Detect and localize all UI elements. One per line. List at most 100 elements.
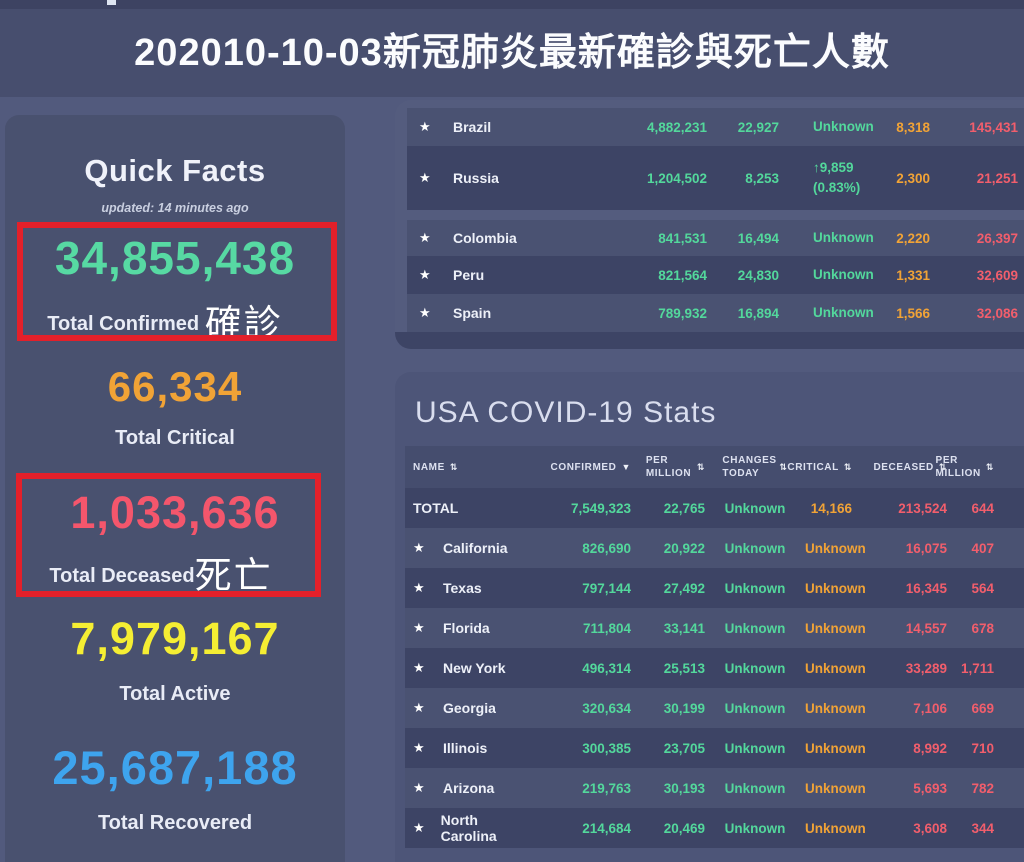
deceased-value: 8,992 <box>852 741 947 756</box>
confirmed-value: 7,549,323 <box>515 501 631 516</box>
usa-stats-title: USA COVID-19 Stats <box>405 396 1024 430</box>
sort-icon: ⇅ <box>986 462 994 473</box>
per-million-2-value: 644 <box>947 501 994 516</box>
star-icon[interactable]: ★ <box>413 780 427 796</box>
state-name: New York <box>443 660 506 676</box>
confirmed-value: 789,932 <box>632 306 707 321</box>
deceased-value: 213,524 <box>852 501 947 516</box>
per-million-2-value: 710 <box>947 741 994 756</box>
confirmed-value: 496,314 <box>515 661 631 676</box>
critical-value: Unknown <box>805 701 852 716</box>
per-million-2-value: 1,711 <box>947 661 994 676</box>
star-icon[interactable]: ★ <box>413 740 427 756</box>
deceased-value: 16,345 <box>852 581 947 596</box>
confirmed-value: 841,531 <box>632 231 707 246</box>
changes-today-value: Unknown <box>705 781 805 796</box>
total-confirmed-value: 34,855,438 <box>5 231 345 285</box>
column-header-deceased[interactable]: DECEASED⇅ <box>852 461 947 474</box>
critical-value: 2,220 <box>885 231 930 246</box>
table-row: ★Georgia 320,634 30,199 Unknown Unknown … <box>405 688 1024 728</box>
critical-value: 8,318 <box>885 120 930 135</box>
per-million-2-value: 678 <box>947 621 994 636</box>
page-header: 202010-10-03新冠肺炎最新確診與死亡人數 <box>0 9 1024 97</box>
top-notch <box>107 0 116 5</box>
changes-today-value: Unknown <box>779 303 885 323</box>
star-icon[interactable]: ★ <box>413 660 427 676</box>
sort-icon: ⇅ <box>844 462 852 473</box>
per-million-value: 16,494 <box>707 231 779 246</box>
table-row: ★Illinois 300,385 23,705 Unknown Unknown… <box>405 728 1024 768</box>
table-row: ★Florida 711,804 33,141 Unknown Unknown … <box>405 608 1024 648</box>
column-header-critical[interactable]: CRITICAL⇅ <box>805 461 852 474</box>
per-million-value: 8,253 <box>707 171 779 186</box>
sort-desc-icon: ▼ <box>621 462 631 472</box>
state-name: Illinois <box>443 740 487 756</box>
column-header-name[interactable]: NAME⇅ <box>405 461 515 474</box>
star-icon[interactable]: ★ <box>413 540 427 556</box>
per-million-value: 23,705 <box>631 741 705 756</box>
state-name: North Carolina <box>441 812 515 844</box>
changes-today-value: Unknown <box>705 621 805 636</box>
confirmed-value: 711,804 <box>515 621 631 636</box>
deceased-value: 21,251 <box>930 171 1018 186</box>
table-footer-strip <box>395 332 1024 349</box>
world-table-card: ★Brazil 4,882,231 22,927 Unknown 8,318 1… <box>395 100 1024 349</box>
country-name: Spain <box>453 305 491 321</box>
column-header-confirmed[interactable]: CONFIRMED▼ <box>515 461 631 474</box>
star-icon[interactable]: ★ <box>413 620 427 636</box>
deceased-value: 14,557 <box>852 621 947 636</box>
per-million-2-value: 344 <box>947 821 994 836</box>
country-name: Brazil <box>453 119 491 135</box>
total-critical-value: 66,334 <box>5 363 345 411</box>
state-name: Texas <box>443 580 482 596</box>
changes-today-value: Unknown <box>705 821 805 836</box>
top-strip <box>0 0 1024 9</box>
changes-today-value: Unknown <box>705 661 805 676</box>
confirmed-value: 797,144 <box>515 581 631 596</box>
table-row: ★Arizona 219,763 30,193 Unknown Unknown … <box>405 768 1024 808</box>
per-million-value: 20,469 <box>631 821 705 836</box>
total-critical-label: Total Critical <box>5 427 345 450</box>
table-row: TOTAL 7,549,323 22,765 Unknown 14,166 21… <box>405 488 1024 528</box>
total-confirmed-label-en: Total Confirmed <box>47 313 199 335</box>
total-deceased-label-zh: 死亡 <box>195 555 273 596</box>
per-million-value: 22,927 <box>707 120 779 135</box>
critical-value: Unknown <box>805 781 852 796</box>
state-name: California <box>443 540 508 556</box>
table-row: ★Peru 821,564 24,830 Unknown 1,331 32,60… <box>407 256 1024 294</box>
quick-facts-panel: Quick Facts updated: 14 minutes ago 34,8… <box>5 115 345 862</box>
star-icon[interactable]: ★ <box>419 230 433 246</box>
per-million-value: 33,141 <box>631 621 705 636</box>
star-icon[interactable]: ★ <box>419 170 433 186</box>
per-million-2-value: 669 <box>947 701 994 716</box>
star-icon[interactable]: ★ <box>419 119 433 135</box>
per-million-value: 30,193 <box>631 781 705 796</box>
total-active-value: 7,979,167 <box>5 613 345 665</box>
column-header-per-million-2[interactable]: PER MILLION⇅ <box>947 454 994 480</box>
star-icon[interactable]: ★ <box>419 305 433 321</box>
critical-value: 2,300 <box>885 171 930 186</box>
critical-value: 14,166 <box>805 501 852 516</box>
table-row: ★Colombia 841,531 16,494 Unknown 2,220 2… <box>407 220 1024 256</box>
star-icon[interactable]: ★ <box>419 267 433 283</box>
deceased-value: 26,397 <box>930 231 1018 246</box>
critical-value: Unknown <box>805 541 852 556</box>
star-icon[interactable]: ★ <box>413 700 427 716</box>
changes-today-value: Unknown <box>779 117 885 137</box>
total-recovered-value: 25,687,188 <box>5 740 345 795</box>
deceased-value: 145,431 <box>930 120 1018 135</box>
quick-facts-title: Quick Facts <box>5 153 345 189</box>
page-title: 202010-10-03新冠肺炎最新確診與死亡人數 <box>0 9 1024 97</box>
changes-today-value: Unknown <box>705 701 805 716</box>
total-confirmed-label: Total Confirmed 確診 <box>5 293 345 347</box>
total-active-label: Total Active <box>5 683 345 706</box>
per-million-2-value: 782 <box>947 781 994 796</box>
confirmed-value: 1,204,502 <box>632 171 707 186</box>
star-icon[interactable]: ★ <box>413 820 425 836</box>
per-million-value: 20,922 <box>631 541 705 556</box>
changes-today-value: Unknown <box>705 501 805 516</box>
confirmed-value: 320,634 <box>515 701 631 716</box>
star-icon[interactable]: ★ <box>413 580 427 596</box>
state-name: Georgia <box>443 700 496 716</box>
column-header-per-million[interactable]: PER MILLION⇅ <box>631 454 705 480</box>
